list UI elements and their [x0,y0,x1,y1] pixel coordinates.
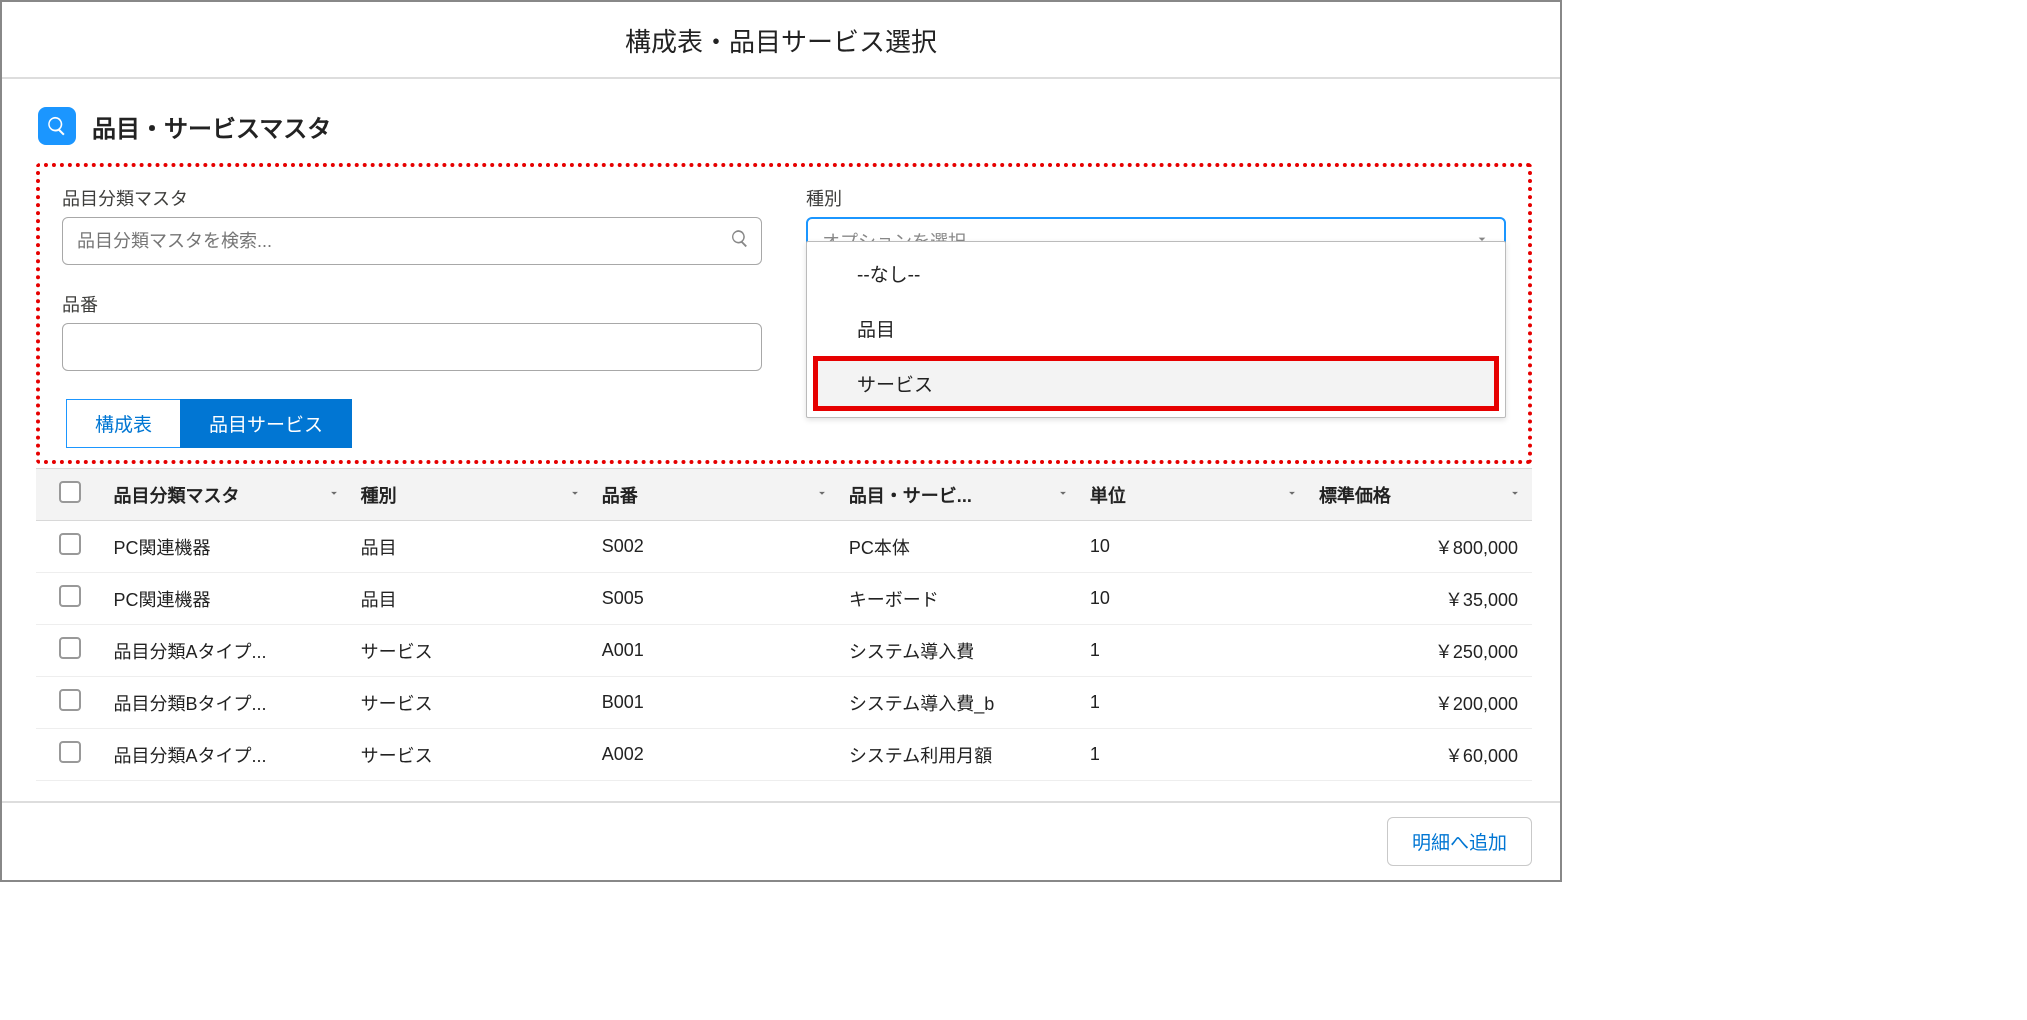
col-name[interactable]: 品目・サービ... [849,482,972,508]
cell-type: 品目 [351,521,592,573]
section-header: 品目・サービスマスタ [38,107,1532,145]
dialog-footer: 明細へ追加 [2,801,1560,880]
dialog-title: 構成表・品目サービス選択 [2,2,1560,79]
type-option-service[interactable]: サービス [813,356,1499,411]
row-checkbox[interactable] [59,637,81,659]
cell-price: ￥250,000 [1309,625,1532,677]
dialog-window: 構成表・品目サービス選択 品目・サービスマスタ 品目分類マスタ [0,0,1562,882]
dialog-body[interactable]: 品目・サービスマスタ 品目分類マスタ 種別 オプションを選択 [2,79,1560,801]
add-to-detail-button[interactable]: 明細へ追加 [1387,817,1532,866]
chevron-down-icon[interactable] [815,484,829,505]
type-option-none[interactable]: --なし-- [813,246,1499,301]
chevron-down-icon[interactable] [1508,484,1522,505]
row-checkbox[interactable] [59,585,81,607]
cell-unit: 1 [1080,729,1309,781]
cell-category: 品目分類Bタイプ... [104,677,351,729]
select-all-checkbox[interactable] [59,481,81,503]
col-unit[interactable]: 単位 [1090,482,1126,508]
cell-category: PC関連機器 [104,573,351,625]
cell-price: ￥200,000 [1309,677,1532,729]
col-category[interactable]: 品目分類マスタ [114,482,240,508]
cell-name: システム利用月額 [839,729,1080,781]
col-price[interactable]: 標準価格 [1319,482,1391,508]
type-label: 種別 [806,185,1506,211]
table-row: 品目分類Aタイプ...サービスA002システム利用月額1￥60,000 [36,729,1532,781]
cell-name: システム導入費 [839,625,1080,677]
type-option-item[interactable]: 品目 [813,301,1499,356]
cell-name: キーボード [839,573,1080,625]
cell-partno: A002 [592,729,839,781]
cell-name: PC本体 [839,521,1080,573]
chevron-down-icon[interactable] [327,484,341,505]
tab-structure[interactable]: 構成表 [66,399,181,448]
row-checkbox[interactable] [59,689,81,711]
cell-category: PC関連機器 [104,521,351,573]
chevron-down-icon[interactable] [568,484,582,505]
cell-unit: 10 [1080,573,1309,625]
col-partno[interactable]: 品番 [602,482,638,508]
cell-unit: 10 [1080,521,1309,573]
cell-type: サービス [351,729,592,781]
chevron-down-icon[interactable] [1285,484,1299,505]
cell-price: ￥35,000 [1309,573,1532,625]
cell-partno: A001 [592,625,839,677]
cell-price: ￥800,000 [1309,521,1532,573]
cell-type: 品目 [351,573,592,625]
partno-label: 品番 [62,291,762,317]
search-inline-icon [730,229,750,254]
table-row: 品目分類Aタイプ...サービスA001システム導入費1￥250,000 [36,625,1532,677]
chevron-down-icon[interactable] [1056,484,1070,505]
cell-partno: S005 [592,573,839,625]
search-icon [38,107,76,145]
col-type[interactable]: 種別 [361,482,397,508]
partno-input[interactable] [62,323,762,371]
cell-type: サービス [351,625,592,677]
cell-price: ￥60,000 [1309,729,1532,781]
filter-panel: 品目分類マスタ 種別 オプションを選択 [36,163,1532,464]
row-checkbox[interactable] [59,741,81,763]
results-table: 品目分類マスタ 種別 品番 品目・サービ... 単位 標準価格 PC関連機器品目… [36,468,1532,781]
row-checkbox[interactable] [59,533,81,555]
category-lookup-input[interactable] [62,217,762,265]
cell-partno: S002 [592,521,839,573]
table-row: PC関連機器品目S005キーボード10￥35,000 [36,573,1532,625]
tab-item-service[interactable]: 品目サービス [180,399,352,448]
type-dropdown: --なし-- 品目 サービス [806,241,1506,418]
cell-category: 品目分類Aタイプ... [104,729,351,781]
cell-name: システム導入費_b [839,677,1080,729]
cell-category: 品目分類Aタイプ... [104,625,351,677]
cell-type: サービス [351,677,592,729]
cell-unit: 1 [1080,625,1309,677]
table-row: 品目分類Bタイプ...サービスB001システム導入費_b1￥200,000 [36,677,1532,729]
cell-unit: 1 [1080,677,1309,729]
category-label: 品目分類マスタ [62,185,762,211]
section-title: 品目・サービスマスタ [92,109,331,144]
table-row: PC関連機器品目S002PC本体10￥800,000 [36,521,1532,573]
cell-partno: B001 [592,677,839,729]
